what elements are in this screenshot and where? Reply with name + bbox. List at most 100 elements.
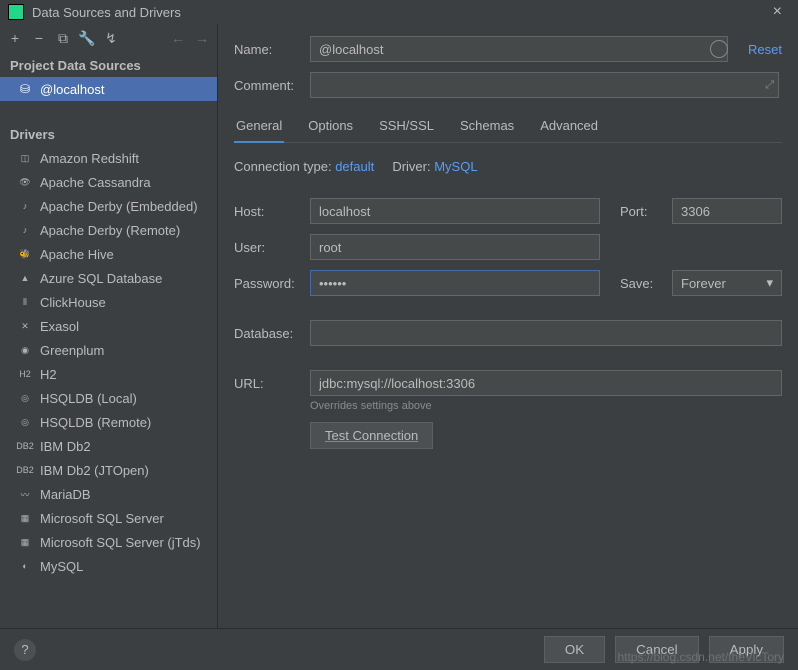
- driver-label: Driver:: [392, 159, 430, 174]
- driver-icon: ▲: [18, 271, 32, 285]
- driver-label: Apache Derby (Remote): [40, 223, 180, 238]
- add-icon[interactable]: +: [4, 27, 26, 49]
- driver-label: H2: [40, 367, 57, 382]
- password-input[interactable]: [310, 270, 600, 296]
- forward-icon[interactable]: →: [191, 27, 213, 49]
- connection-type-value[interactable]: default: [335, 159, 374, 174]
- driver-icon: DB2: [18, 463, 32, 477]
- driver-label: Apache Cassandra: [40, 175, 151, 190]
- driver-item[interactable]: ♪ Apache Derby (Embedded): [0, 194, 217, 218]
- driver-item[interactable]: ♪ Apache Derby (Remote): [0, 218, 217, 242]
- user-input[interactable]: [310, 234, 600, 260]
- database-input[interactable]: [310, 320, 782, 346]
- driver-item[interactable]: ◫ Amazon Redshift: [0, 146, 217, 170]
- driver-item[interactable]: ◎ HSQLDB (Remote): [0, 410, 217, 434]
- driver-item[interactable]: ◎ HSQLDB (Local): [0, 386, 217, 410]
- save-label: Save:: [620, 276, 662, 291]
- driver-icon: ✕: [18, 319, 32, 333]
- driver-item[interactable]: 👁 Apache Cassandra: [0, 170, 217, 194]
- driver-label: Apache Hive: [40, 247, 114, 262]
- driver-icon: ▦: [18, 511, 32, 525]
- driver-item[interactable]: ◐ MySQL: [0, 554, 217, 578]
- driver-item[interactable]: 〰 MariaDB: [0, 482, 217, 506]
- window-title: Data Sources and Drivers: [32, 5, 765, 20]
- tab-schemas[interactable]: Schemas: [458, 112, 516, 143]
- test-connection-button[interactable]: Test Connection: [310, 422, 433, 449]
- tab-options[interactable]: Options: [306, 112, 355, 143]
- url-input[interactable]: [310, 370, 782, 396]
- driver-icon: ♪: [18, 223, 32, 237]
- refresh-icon[interactable]: ↯: [100, 27, 122, 49]
- comment-input[interactable]: [310, 72, 779, 98]
- driver-item[interactable]: ✕Exasol: [0, 314, 217, 338]
- driver-label: Amazon Redshift: [40, 151, 139, 166]
- driver-icon: ▦: [18, 535, 32, 549]
- remove-icon[interactable]: −: [28, 27, 50, 49]
- driver-item[interactable]: H2 H2: [0, 362, 217, 386]
- driver-label: HSQLDB (Remote): [40, 415, 151, 430]
- copy-icon[interactable]: ⧉: [52, 27, 74, 49]
- drivers-header: Drivers: [0, 121, 217, 146]
- database-label: Database:: [234, 326, 300, 341]
- driver-label: MySQL: [40, 559, 83, 574]
- driver-label: Microsoft SQL Server (jTds): [40, 535, 201, 550]
- driver-icon: ◐: [18, 559, 32, 573]
- help-icon[interactable]: ?: [14, 639, 36, 661]
- url-hint: Overrides settings above: [310, 400, 782, 412]
- driver-label: Apache Derby (Embedded): [40, 199, 198, 214]
- apply-button[interactable]: Apply: [709, 636, 784, 663]
- driver-item[interactable]: DB2 IBM Db2 (JTOpen): [0, 458, 217, 482]
- port-label: Port:: [620, 204, 662, 219]
- chevron-down-icon: ▾: [766, 275, 773, 291]
- host-input[interactable]: [310, 198, 600, 224]
- datasource-item[interactable]: ⛁ @localhost: [0, 77, 217, 101]
- wrench-icon[interactable]: 🔧: [76, 27, 98, 49]
- driver-icon: 👁: [18, 175, 32, 189]
- driver-icon: ⦀: [18, 295, 32, 309]
- driver-icon: ◎: [18, 415, 32, 429]
- app-icon: [8, 4, 24, 20]
- project-data-sources-header: Project Data Sources: [0, 52, 217, 77]
- driver-icon: ◎: [18, 391, 32, 405]
- port-input[interactable]: [672, 198, 782, 224]
- driver-icon: ◉: [18, 343, 32, 357]
- comment-label: Comment:: [234, 78, 300, 93]
- driver-value[interactable]: MySQL: [434, 159, 477, 174]
- name-input[interactable]: [310, 36, 728, 62]
- driver-item[interactable]: ▦ Microsoft SQL Server: [0, 506, 217, 530]
- driver-icon: ◫: [18, 151, 32, 165]
- expand-icon[interactable]: ⤢: [765, 79, 774, 92]
- driver-icon: ♪: [18, 199, 32, 213]
- driver-label: Microsoft SQL Server: [40, 511, 164, 526]
- connection-type-label: Connection type:: [234, 159, 332, 174]
- driver-icon: 🐝: [18, 247, 32, 261]
- datasource-label: @localhost: [40, 82, 105, 97]
- database-icon: ⛁: [18, 82, 32, 96]
- driver-item[interactable]: ▦ Microsoft SQL Server (jTds): [0, 530, 217, 554]
- password-label: Password:: [234, 276, 300, 291]
- driver-label: Azure SQL Database: [40, 271, 162, 286]
- close-icon[interactable]: ×: [765, 3, 790, 21]
- reset-link[interactable]: Reset: [748, 42, 782, 57]
- tab-advanced[interactable]: Advanced: [538, 112, 600, 143]
- tab-general[interactable]: General: [234, 112, 284, 143]
- driver-item[interactable]: ▲ Azure SQL Database: [0, 266, 217, 290]
- driver-label: IBM Db2 (JTOpen): [40, 463, 149, 478]
- driver-label: ClickHouse: [40, 295, 106, 310]
- driver-icon: H2: [18, 367, 32, 381]
- back-icon[interactable]: ←: [167, 27, 189, 49]
- driver-item[interactable]: DB2IBM Db2: [0, 434, 217, 458]
- driver-item[interactable]: 🐝 Apache Hive: [0, 242, 217, 266]
- ok-button[interactable]: OK: [544, 636, 605, 663]
- driver-label: MariaDB: [40, 487, 91, 502]
- reset-name-icon[interactable]: [710, 40, 728, 58]
- user-label: User:: [234, 240, 300, 255]
- driver-item[interactable]: ◉Greenplum: [0, 338, 217, 362]
- tab-sshssl[interactable]: SSH/SSL: [377, 112, 436, 143]
- driver-icon: 〰: [18, 487, 32, 501]
- driver-item[interactable]: ⦀ ClickHouse: [0, 290, 217, 314]
- driver-label: HSQLDB (Local): [40, 391, 137, 406]
- save-select[interactable]: Forever ▾: [672, 270, 782, 296]
- url-label: URL:: [234, 376, 300, 391]
- cancel-button[interactable]: Cancel: [615, 636, 699, 663]
